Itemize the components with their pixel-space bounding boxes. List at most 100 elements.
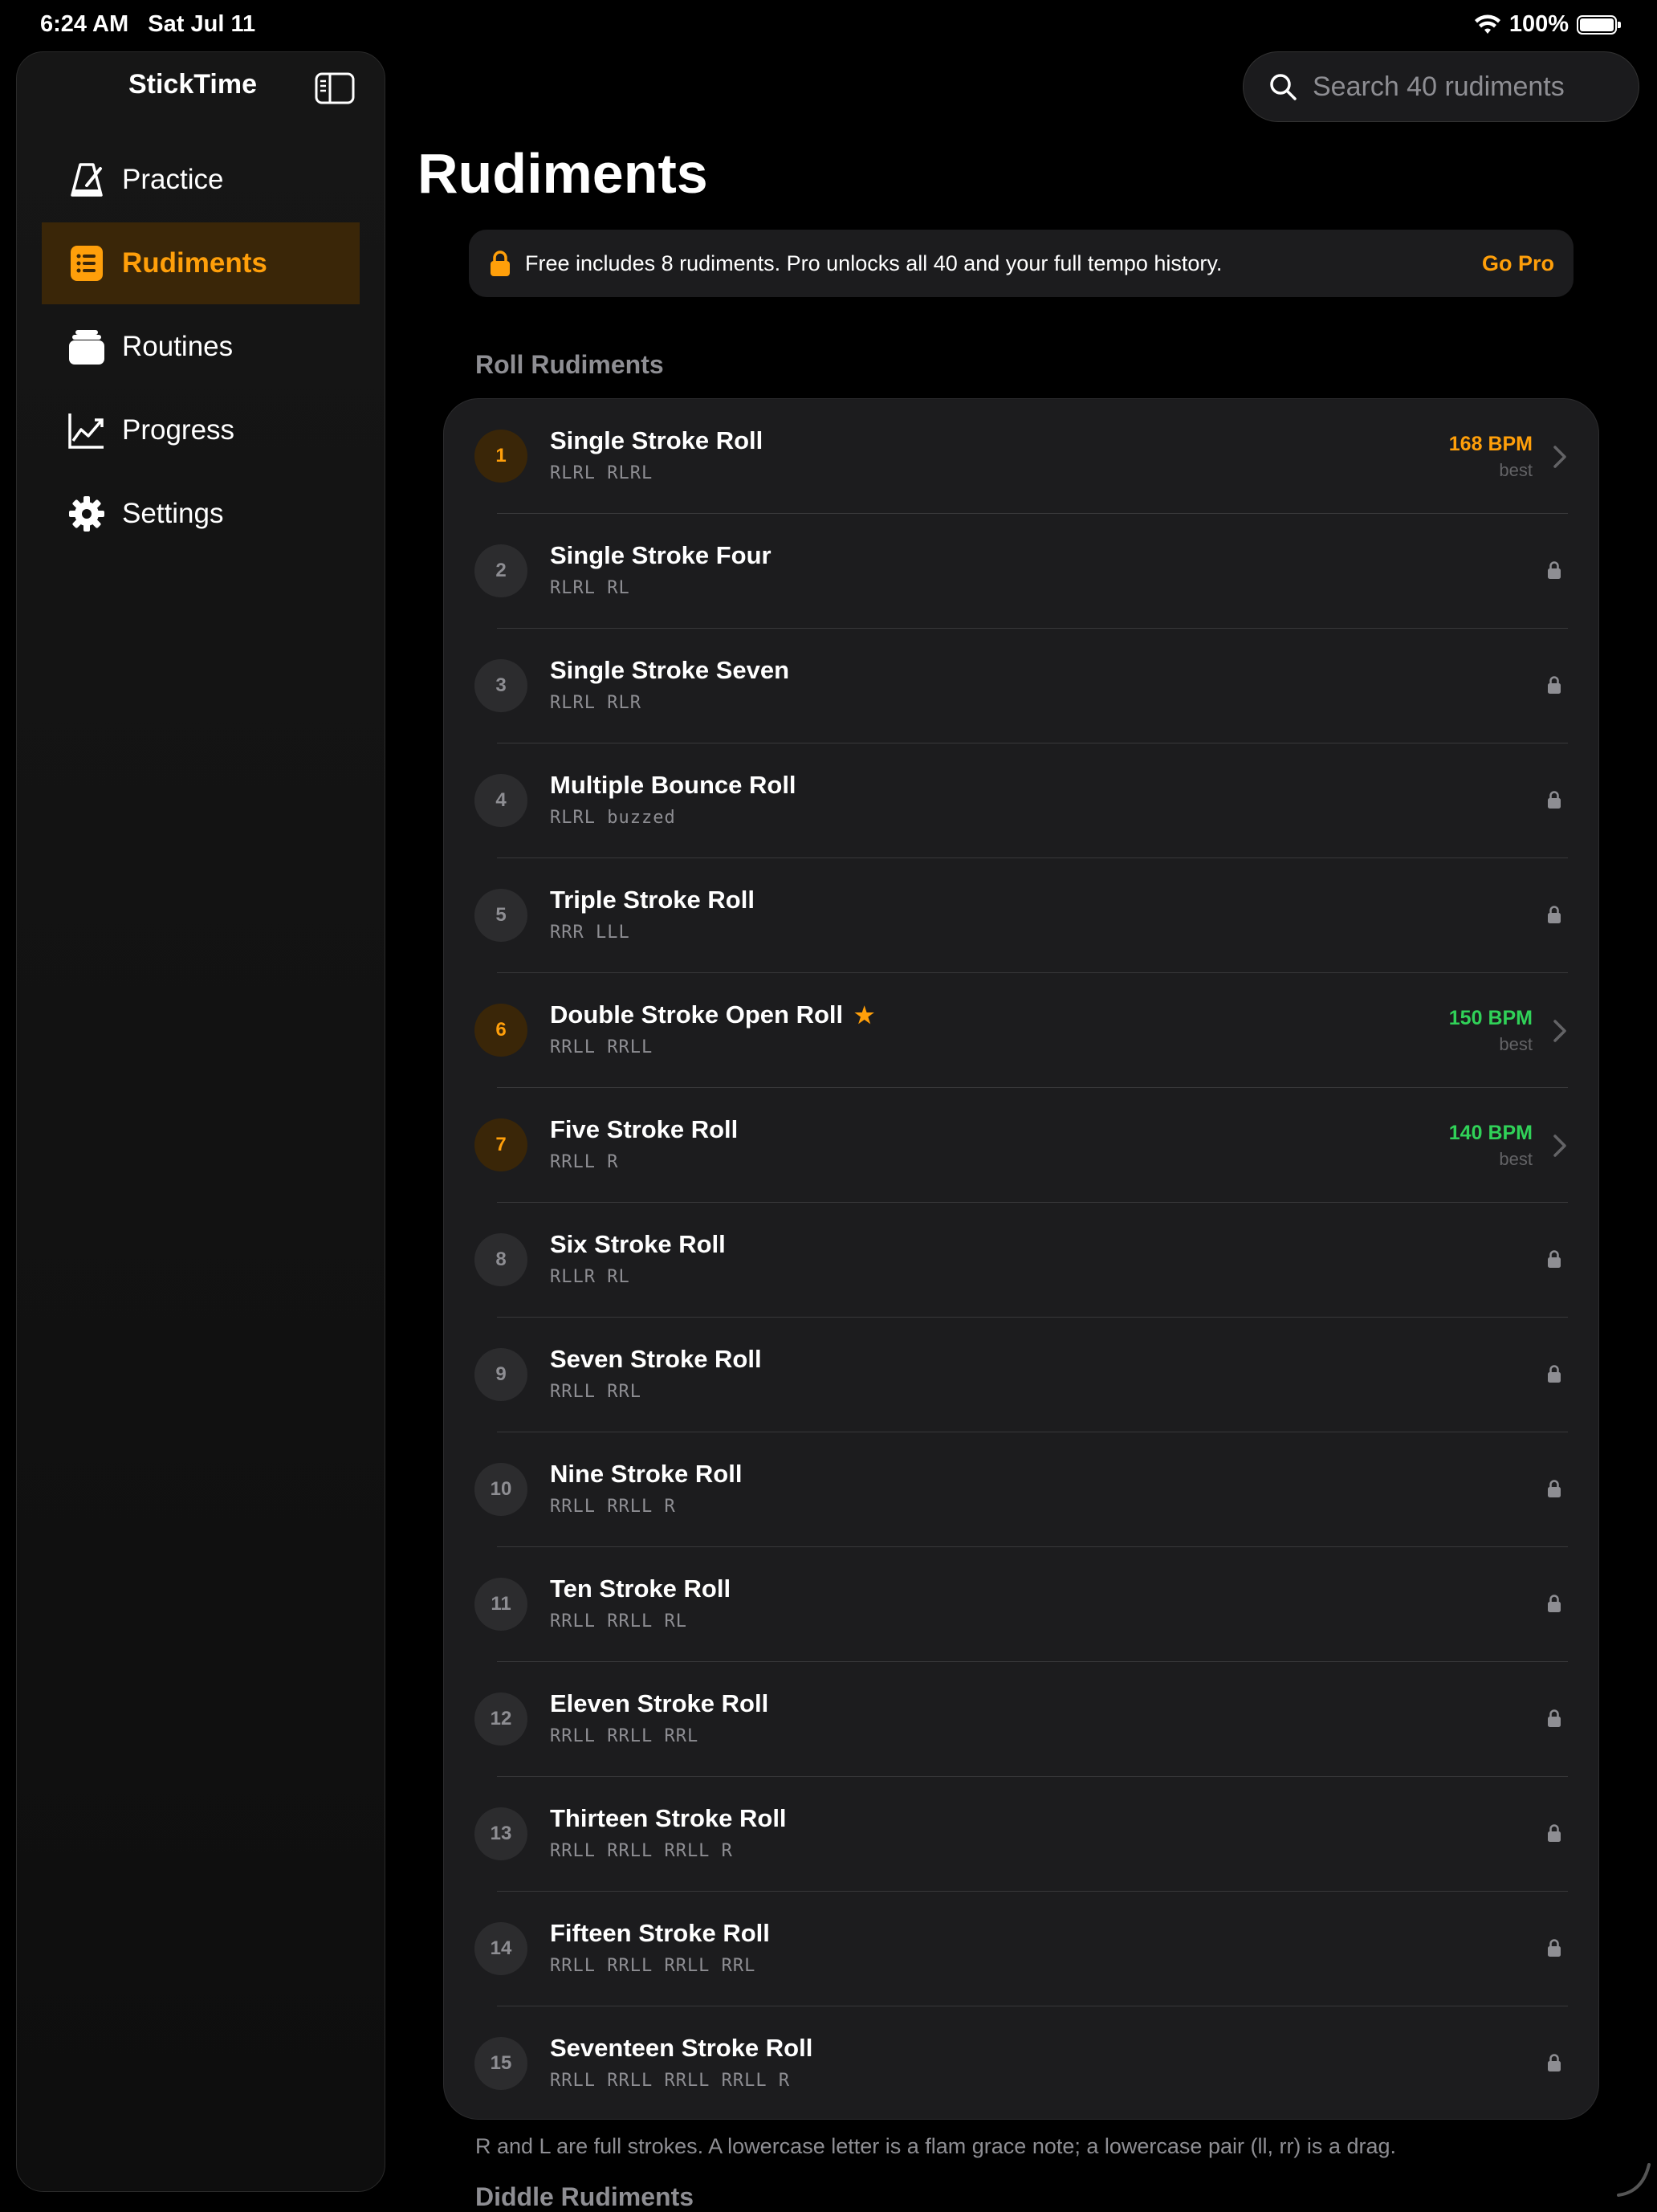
best-bpm-caption: best (1499, 460, 1533, 480)
lock-icon (1548, 561, 1561, 579)
rudiment-sticking: RRLL RRL (550, 1382, 641, 1402)
page-title: Rudiments (417, 142, 708, 205)
table-row[interactable]: 15 Seventeen Stroke Roll RRLL RRLL RRLL RR… (444, 2006, 1598, 2119)
status-time: 6:24 AM Sat Jul 11 (40, 11, 255, 38)
wifi-icon (1474, 14, 1500, 34)
lock-icon (1548, 676, 1561, 694)
table-row[interactable]: 2 Single Stroke Four RLRL RL (444, 514, 1598, 629)
sidebar-item-progress[interactable]: Progress (42, 389, 360, 471)
rudiment-number-badge: 11 (474, 1578, 527, 1631)
table-row[interactable]: 11 Ten Stroke Roll RRLL RRLL RL (444, 1547, 1598, 1662)
sidebar-item-label: Rudiments (122, 247, 267, 279)
rudiment-name: Thirteen Stroke Roll (550, 1804, 787, 1832)
best-bpm: 168 BPM (1448, 433, 1533, 455)
go-pro-button[interactable]: Go Pro (1482, 251, 1554, 276)
rudiment-name: Ten Stroke Roll (550, 1574, 731, 1603)
sidebar-item-settings[interactable]: Settings (42, 473, 360, 555)
sidebar-item-label: Practice (122, 164, 224, 195)
list-icon (67, 244, 106, 283)
rudiment-name: Double Stroke Open Roll (550, 1000, 844, 1029)
rudiment-title: Triple Stroke Roll (550, 886, 755, 915)
table-row[interactable]: 4 Multiple Bounce Roll RLRL buzzed (444, 743, 1598, 858)
section-header-roll: Roll Rudiments (475, 350, 664, 379)
search-field[interactable]: Search 40 rudiments (1243, 51, 1639, 122)
scroll-indicator-icon (1617, 2163, 1651, 2197)
lock-icon (1548, 791, 1561, 809)
rudiment-title: Single Stroke Seven (550, 656, 789, 685)
sidebar-item-routines[interactable]: Routines (42, 306, 360, 388)
rudiment-sticking: RRLL RRLL RRL (550, 1726, 699, 1746)
table-row[interactable]: 5 Triple Stroke Roll RRR LLL (444, 858, 1598, 973)
rudiment-title: Seven Stroke Roll (550, 1345, 762, 1374)
sidebar-item-rudiments[interactable]: Rudiments (42, 222, 360, 304)
table-row[interactable]: 9 Seven Stroke Roll RRLL RRL (444, 1318, 1598, 1432)
table-row[interactable]: 8 Six Stroke Roll RLLR RL (444, 1203, 1598, 1318)
table-row[interactable]: 10 Nine Stroke Roll RRLL RRLL R (444, 1432, 1598, 1547)
battery-icon (1577, 14, 1621, 35)
rudiment-name: Single Stroke Roll (550, 426, 763, 454)
lock-icon (1548, 1365, 1561, 1383)
rudiment-number-badge: 4 (474, 774, 527, 827)
status-right: 100% (1474, 11, 1621, 38)
gear-icon (67, 495, 106, 533)
lock-icon (1548, 1250, 1561, 1268)
rudiment-sticking: RLRL RLR (550, 693, 641, 713)
rudiment-name: Single Stroke Seven (550, 656, 790, 684)
rudiment-title: Six Stroke Roll (550, 1230, 726, 1259)
rudiment-number-badge: 9 (474, 1348, 527, 1401)
table-row[interactable]: 7 Five Stroke Roll RRLL R 140 BPM best (444, 1088, 1598, 1203)
search-input[interactable]: Search 40 rudiments (1313, 71, 1565, 103)
rudiment-number-badge: 7 (474, 1118, 527, 1171)
chevron-right-icon[interactable] (1552, 1133, 1568, 1159)
rudiment-number-badge: 10 (474, 1463, 527, 1516)
star-icon: ★ (854, 1002, 875, 1028)
rudiment-sticking: RRLL RRLL R (550, 1497, 676, 1517)
sidebar-item-label: Routines (122, 331, 234, 362)
rudiment-name: Multiple Bounce Roll (550, 771, 796, 799)
sidebar-item-practice[interactable]: Practice (42, 139, 360, 221)
stack-icon (67, 328, 106, 366)
rudiment-number-badge: 3 (474, 659, 527, 712)
chevron-right-icon[interactable] (1552, 1018, 1568, 1044)
rudiment-name: Single Stroke Four (550, 541, 772, 569)
rudiment-sticking: RRLL RRLL (550, 1037, 653, 1057)
best-bpm-caption: best (1499, 1034, 1533, 1054)
rudiment-sticking: RLRL buzzed (550, 808, 676, 828)
rudiment-sticking: RRLL RRLL RL (550, 1611, 687, 1632)
sidebar-toggle-icon[interactable] (315, 72, 355, 104)
rudiment-title: Nine Stroke Roll (550, 1460, 742, 1489)
section-header-diddle: Diddle Rudiments (475, 2182, 694, 2211)
rudiment-title: Multiple Bounce Roll (550, 771, 796, 800)
rudiment-number-badge: 12 (474, 1693, 527, 1746)
rudiment-sticking: RRLL RRLL RRLL RRLL R (550, 2071, 791, 2091)
chevron-right-icon[interactable] (1552, 444, 1568, 470)
rudiment-name: Triple Stroke Roll (550, 886, 755, 914)
table-row[interactable]: 12 Eleven Stroke Roll RRLL RRLL RRL (444, 1662, 1598, 1777)
rudiment-sticking: RRR LLL (550, 923, 630, 943)
table-row[interactable]: 1 Single Stroke Roll RLRL RLRL 168 BPM best (444, 399, 1598, 514)
rudiment-sticking: RRLL RRLL RRLL RRL (550, 1956, 756, 1976)
lock-icon (1548, 1595, 1561, 1612)
sidebar-item-label: Progress (122, 414, 235, 446)
lock-icon (491, 251, 510, 276)
pro-banner: Free includes 8 rudiments. Pro unlocks a… (469, 230, 1574, 297)
rudiment-number-badge: 13 (474, 1807, 527, 1860)
rudiment-sticking: RRLL R (550, 1152, 619, 1172)
rudiment-sticking: RLLR RL (550, 1267, 630, 1287)
rudiment-number-badge: 1 (474, 430, 527, 483)
table-row[interactable]: 14 Fifteen Stroke Roll RRLL RRLL RRLL RRL (444, 1892, 1598, 2006)
rudiment-number-badge: 14 (474, 1922, 527, 1975)
table-row[interactable]: 6 Double Stroke Open Roll ★ RRLL RRLL 150 BP… (444, 973, 1598, 1088)
lock-icon (1548, 1709, 1561, 1727)
rudiment-sticking: RLRL RL (550, 578, 630, 598)
lock-icon (1548, 1939, 1561, 1957)
battery-percent: 100% (1508, 11, 1569, 37)
rudiment-title: Single Stroke Roll (550, 426, 763, 455)
lock-icon (1548, 906, 1561, 923)
rudiment-name: Fifteen Stroke Roll (550, 1919, 770, 1947)
table-row[interactable]: 13 Thirteen Stroke Roll RRLL RRLL RRLL R (444, 1777, 1598, 1892)
best-bpm: 150 BPM (1448, 1007, 1533, 1029)
rudiment-title: Eleven Stroke Roll (550, 1689, 768, 1718)
search-icon (1270, 74, 1297, 100)
table-row[interactable]: 3 Single Stroke Seven RLRL RLR (444, 629, 1598, 743)
